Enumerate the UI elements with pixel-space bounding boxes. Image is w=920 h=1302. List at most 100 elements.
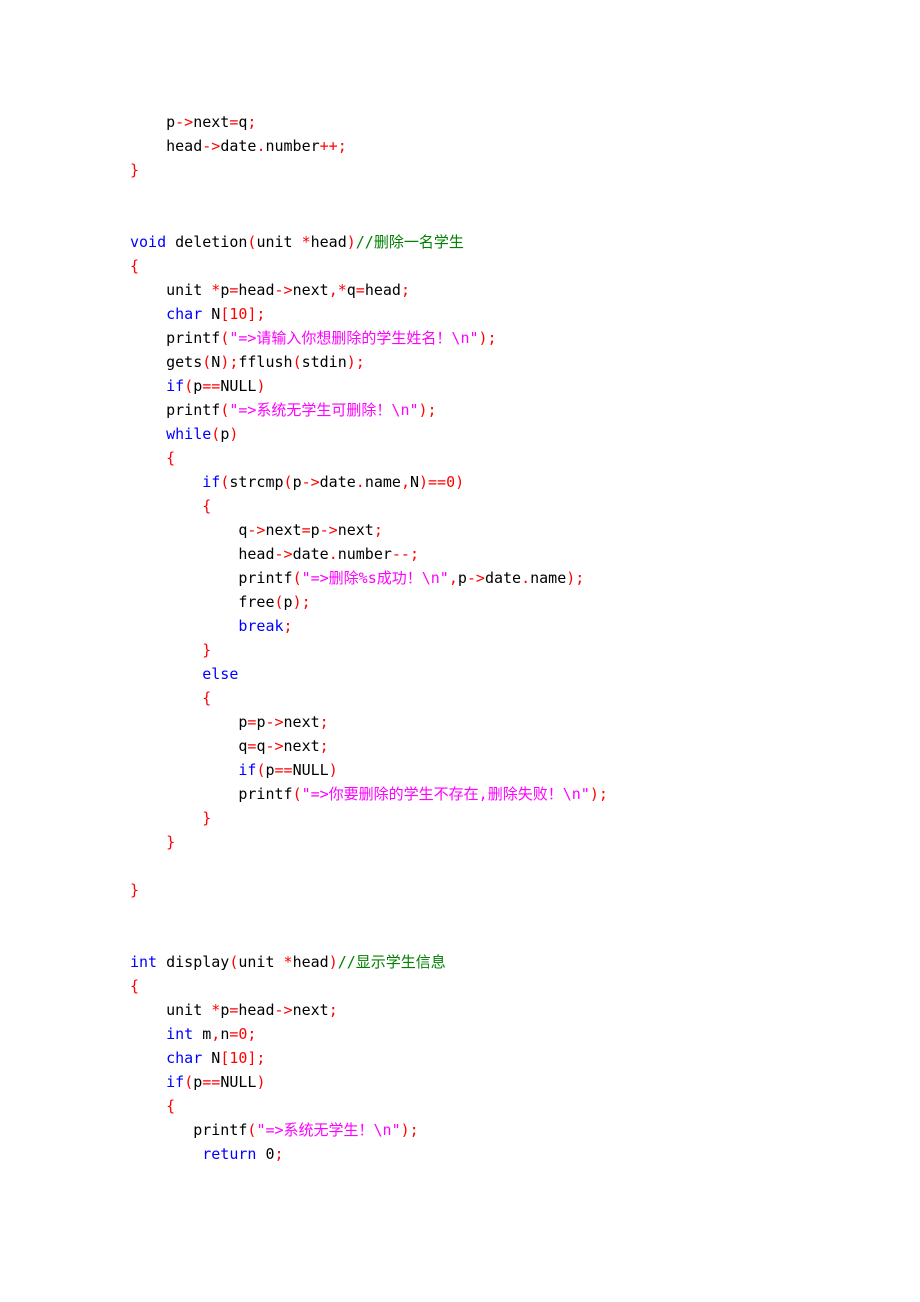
code-token	[130, 689, 202, 707]
code-token: unit	[256, 233, 301, 251]
code-token: ->	[467, 569, 485, 587]
code-token: ;	[329, 1001, 338, 1019]
code-token: (	[293, 353, 302, 371]
code-token: p	[193, 1073, 202, 1091]
code-token: 0	[265, 1145, 274, 1163]
code-token: (	[293, 785, 302, 803]
code-token: );	[347, 353, 365, 371]
code-token: display	[166, 953, 229, 971]
code-token: date	[485, 569, 521, 587]
code-token: //显示学生信息	[338, 953, 446, 971]
code-token: p	[284, 593, 293, 611]
code-token: printf	[130, 329, 220, 347]
code-token: unit	[238, 953, 283, 971]
code-token: number	[265, 137, 319, 155]
code-token	[130, 665, 202, 683]
code-token: name	[365, 473, 401, 491]
code-token: NULL	[220, 1073, 256, 1091]
code-token: printf	[130, 569, 293, 587]
code-token: )	[229, 425, 238, 443]
code-token: }	[130, 881, 139, 899]
code-token: )	[455, 473, 464, 491]
code-token: {	[166, 449, 175, 467]
code-token: head	[311, 233, 347, 251]
code-token: next	[338, 521, 374, 539]
code-token: (	[184, 1073, 193, 1091]
code-token: );	[479, 329, 497, 347]
code-token: 10	[229, 1049, 247, 1067]
code-token: {	[202, 497, 211, 515]
code-token: (	[184, 377, 193, 395]
code-token: 10	[229, 305, 247, 323]
code-token: N	[211, 353, 220, 371]
code-token: ];	[247, 1049, 265, 1067]
code-token: "=>系统无学生！\n"	[256, 1121, 400, 1139]
code-token: =	[302, 521, 311, 539]
code-token: ];	[247, 305, 265, 323]
code-token	[130, 305, 166, 323]
code-token: int	[130, 953, 166, 971]
code-token	[130, 1049, 166, 1067]
code-token: char	[166, 305, 211, 323]
code-token: "=>删除%s成功！\n"	[302, 569, 449, 587]
code-token: ->	[275, 545, 293, 563]
code-token: );	[590, 785, 608, 803]
code-token: ->	[275, 281, 293, 299]
code-block: p->next=q; head->date.number++; } void d…	[130, 110, 920, 1166]
code-token	[130, 1025, 166, 1043]
code-token: ==	[202, 377, 220, 395]
code-token: }	[202, 809, 211, 827]
code-token: next	[284, 713, 320, 731]
code-token: );	[566, 569, 584, 587]
code-token: if	[166, 377, 184, 395]
code-token: p	[130, 713, 247, 731]
code-token: [	[220, 1049, 229, 1067]
code-token: (	[220, 329, 229, 347]
code-token: next	[284, 737, 320, 755]
code-token: ;	[275, 1145, 284, 1163]
code-token: .	[329, 545, 338, 563]
code-token: (	[220, 473, 229, 491]
code-token: ->	[320, 521, 338, 539]
code-token: (	[211, 425, 220, 443]
code-token: (	[293, 569, 302, 587]
code-token: p	[193, 377, 202, 395]
code-token: ;	[320, 713, 329, 731]
code-token: ,	[211, 1025, 220, 1043]
code-token: gets	[130, 353, 202, 371]
code-token: *	[302, 233, 311, 251]
code-token: void	[130, 233, 175, 251]
code-token: q	[130, 737, 247, 755]
code-token: {	[202, 689, 211, 707]
code-token: ->	[175, 113, 193, 131]
code-token: p	[220, 1001, 229, 1019]
code-token: "=>你要删除的学生不存在,删除失败！\n"	[302, 785, 590, 803]
code-token: head	[238, 281, 274, 299]
code-token: ==	[202, 1073, 220, 1091]
code-token: ;	[374, 521, 383, 539]
code-token: name	[530, 569, 566, 587]
code-token: NULL	[220, 377, 256, 395]
code-token: ;	[320, 737, 329, 755]
code-token	[130, 497, 202, 515]
code-token: if	[238, 761, 256, 779]
code-token: (	[202, 353, 211, 371]
code-token	[130, 761, 238, 779]
code-token: N	[211, 305, 220, 323]
code-token: {	[130, 257, 139, 275]
document-page: p->next=q; head->date.number++; } void d…	[0, 0, 920, 1302]
code-token: ->	[265, 737, 283, 755]
code-token: char	[166, 1049, 211, 1067]
code-token: );	[419, 401, 437, 419]
code-token: (	[220, 401, 229, 419]
code-token: q	[130, 521, 247, 539]
code-token: [	[220, 305, 229, 323]
code-token: ==	[275, 761, 293, 779]
code-token: deletion	[175, 233, 247, 251]
code-token: ->	[275, 1001, 293, 1019]
code-token: ,	[401, 473, 410, 491]
code-token: free	[130, 593, 275, 611]
code-token: next	[193, 113, 229, 131]
code-token: p	[130, 113, 175, 131]
code-token: ->	[202, 137, 220, 155]
